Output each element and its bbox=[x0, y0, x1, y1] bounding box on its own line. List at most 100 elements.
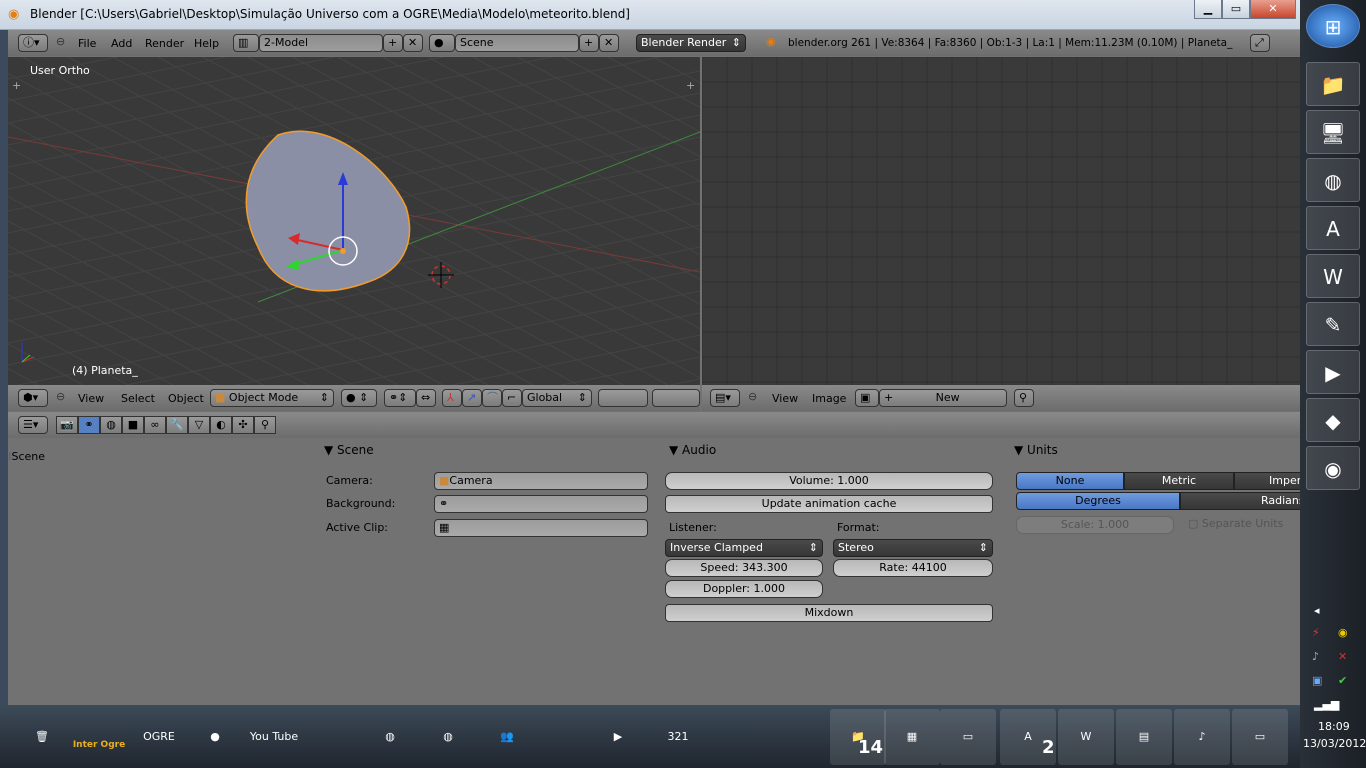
toolshelf-toggle-icon[interactable]: + bbox=[12, 79, 21, 92]
add-scene-icon[interactable]: + bbox=[579, 34, 599, 52]
taskbar-firefox[interactable]: ◍ bbox=[362, 709, 418, 765]
new-image-button[interactable]: + New bbox=[879, 389, 1007, 407]
menu-object[interactable]: Object bbox=[168, 392, 204, 405]
unit-metric-toggle[interactable]: Metric bbox=[1124, 472, 1234, 490]
mixdown-button[interactable]: Mixdown bbox=[665, 604, 993, 622]
dock-chrome[interactable]: ◍ bbox=[1306, 158, 1360, 202]
messenger-offline-icon[interactable]: ✕ bbox=[1338, 650, 1347, 663]
taskbar-recycle-bin[interactable]: 🗑 bbox=[18, 709, 66, 765]
taskbar-word[interactable]: W bbox=[1058, 709, 1114, 765]
signal-icon[interactable]: ▂▄▆ bbox=[1314, 698, 1339, 711]
separate-units-checkbox[interactable]: ▢ Separate Units bbox=[1188, 517, 1283, 530]
tab-render-icon[interactable]: 📷 bbox=[56, 416, 78, 434]
image-editor[interactable] bbox=[702, 57, 1300, 385]
disc-icon[interactable]: ◉ bbox=[1338, 626, 1348, 639]
editor-type-3d-button[interactable]: ⬢▾ bbox=[18, 389, 48, 407]
dock-word[interactable]: W bbox=[1306, 254, 1360, 298]
dock-blender[interactable]: ◉ bbox=[1306, 446, 1360, 490]
tab-object-icon[interactable]: ■ bbox=[122, 416, 144, 434]
taskbar-321-media[interactable]: 321 bbox=[650, 709, 706, 765]
tab-modifiers-icon[interactable]: 🔧 bbox=[166, 416, 188, 434]
tab-material-icon[interactable]: ◐ bbox=[210, 416, 232, 434]
render-engine-dropdown[interactable]: Blender Render ⇕ bbox=[636, 34, 746, 52]
rate-field[interactable]: Rate: 44100 bbox=[833, 559, 993, 577]
properties-toggle-icon[interactable]: + bbox=[686, 79, 695, 92]
taskbar-documents[interactable]: ▤ bbox=[1116, 709, 1172, 765]
orientation-dropdown[interactable]: Global ⇕ bbox=[522, 389, 592, 407]
scene-field[interactable]: Scene bbox=[455, 34, 579, 52]
menu-view[interactable]: View bbox=[78, 392, 104, 405]
menu-render[interactable]: Render bbox=[145, 37, 184, 50]
pin-icon[interactable]: ⚲ bbox=[1014, 389, 1034, 407]
tab-data-icon[interactable]: ▽ bbox=[188, 416, 210, 434]
collapse-menu-icon[interactable]: ⊖ bbox=[56, 35, 65, 48]
manipulator-toggle-icon[interactable]: ⇔ bbox=[416, 389, 436, 407]
screen-layout-field[interactable]: 2-Model bbox=[259, 34, 383, 52]
taskbar-inter-ogre[interactable]: Inter Ogre bbox=[70, 709, 128, 765]
scale-icon[interactable]: ⌒ bbox=[482, 389, 502, 407]
dock-media-player[interactable]: ▶ bbox=[1306, 350, 1360, 394]
layers-group-2[interactable] bbox=[652, 389, 700, 407]
rotate-icon[interactable]: ↗ bbox=[462, 389, 482, 407]
translate-icon[interactable]: ⅄ bbox=[442, 389, 462, 407]
show-hidden-icons[interactable]: ◂ bbox=[1314, 604, 1320, 617]
taskbar-chrome-window[interactable]: ▭ bbox=[940, 709, 996, 765]
collapse-menu-icon[interactable]: ⊖ bbox=[748, 390, 757, 403]
editor-type-image-button[interactable]: ▤▾ bbox=[710, 389, 740, 407]
scene-icon[interactable]: ● bbox=[429, 34, 455, 52]
browse-image-icon[interactable]: ▣ bbox=[855, 389, 879, 407]
outliner-scene-item[interactable]: ⁞Scene bbox=[8, 450, 45, 463]
taskbar-pidgin[interactable]: ● bbox=[190, 709, 240, 765]
taskbar-youtube[interactable]: You Tube bbox=[245, 709, 303, 765]
taskbar-monitor[interactable]: ▦ bbox=[884, 709, 940, 765]
listener-dropdown[interactable]: Inverse Clamped ⇕ bbox=[665, 539, 823, 557]
menu-help[interactable]: Help bbox=[194, 37, 219, 50]
collapse-menu-icon[interactable]: ⊖ bbox=[56, 390, 65, 403]
dock-computer[interactable]: 🖥 bbox=[1306, 110, 1360, 154]
taskbar-messenger[interactable]: 👥 bbox=[478, 709, 536, 765]
pivot-dropdown[interactable]: ⚭⇕ bbox=[384, 389, 416, 407]
dock-explorer[interactable]: 📁 bbox=[1306, 62, 1360, 106]
units-panel-header[interactable]: ▼ Units bbox=[1014, 443, 1058, 457]
update-animation-cache-button[interactable]: Update animation cache bbox=[665, 495, 993, 513]
speed-field[interactable]: Speed: 343.300 bbox=[665, 559, 823, 577]
tab-scene-icon[interactable]: ⚭ bbox=[78, 416, 100, 434]
scene-panel-header[interactable]: ▼ Scene bbox=[324, 443, 374, 457]
clock-date[interactable]: 13/03/2012 bbox=[1303, 737, 1366, 750]
fullscreen-icon[interactable]: ⤢ bbox=[1250, 34, 1270, 52]
taskbar-ogre[interactable]: OGRE bbox=[130, 709, 188, 765]
unit-none-toggle[interactable]: None bbox=[1016, 472, 1124, 490]
tab-constraints-icon[interactable]: ∞ bbox=[144, 416, 166, 434]
remove-screen-icon[interactable]: ✕ bbox=[403, 34, 423, 52]
minimize-button[interactable]: ▁ bbox=[1194, 0, 1222, 19]
menu-add[interactable]: Add bbox=[111, 37, 132, 50]
degrees-toggle[interactable]: Degrees bbox=[1016, 492, 1180, 510]
dock-notes[interactable]: ◆ bbox=[1306, 398, 1360, 442]
taskbar-music-player[interactable]: ♪ bbox=[1174, 709, 1230, 765]
menu-image[interactable]: Image bbox=[812, 392, 846, 405]
taskbar-chrome[interactable]: ◍ bbox=[422, 709, 474, 765]
taskbar-media-player[interactable]: ▶ bbox=[596, 709, 640, 765]
editor-type-info-button[interactable]: ⓘ▾ bbox=[18, 34, 48, 52]
menu-file[interactable]: File bbox=[78, 37, 96, 50]
doppler-field[interactable]: Doppler: 1.000 bbox=[665, 580, 823, 598]
music-icon[interactable]: ♪ bbox=[1312, 650, 1319, 663]
menu-view[interactable]: View bbox=[772, 392, 798, 405]
remove-scene-icon[interactable]: ✕ bbox=[599, 34, 619, 52]
layers-group-1[interactable] bbox=[598, 389, 648, 407]
format-dropdown[interactable]: Stereo ⇕ bbox=[833, 539, 993, 557]
tab-world-icon[interactable]: ◍ bbox=[100, 416, 122, 434]
network-monitor-icon[interactable]: ▣ bbox=[1312, 674, 1322, 687]
clock-time[interactable]: 18:09 bbox=[1318, 720, 1350, 733]
security-icon[interactable]: ✔ bbox=[1338, 674, 1347, 687]
dock-paint[interactable]: ✎ bbox=[1306, 302, 1360, 346]
tab-physics-icon[interactable]: ⚲ bbox=[254, 416, 276, 434]
audio-panel-header[interactable]: ▼ Audio bbox=[669, 443, 716, 457]
mode-dropdown[interactable]: ■ Object Mode ⇕ bbox=[210, 389, 334, 407]
close-button[interactable]: ✕ bbox=[1250, 0, 1296, 19]
background-field[interactable]: ⚭ bbox=[434, 495, 648, 513]
screen-layout-icon[interactable]: ▥ bbox=[233, 34, 259, 52]
unit-imperial-toggle[interactable]: Imperial bbox=[1234, 472, 1300, 490]
3d-viewport[interactable]: User Ortho + + (4) Planeta_ bbox=[8, 57, 700, 385]
volume-slider[interactable]: Volume: 1.000 bbox=[665, 472, 993, 490]
